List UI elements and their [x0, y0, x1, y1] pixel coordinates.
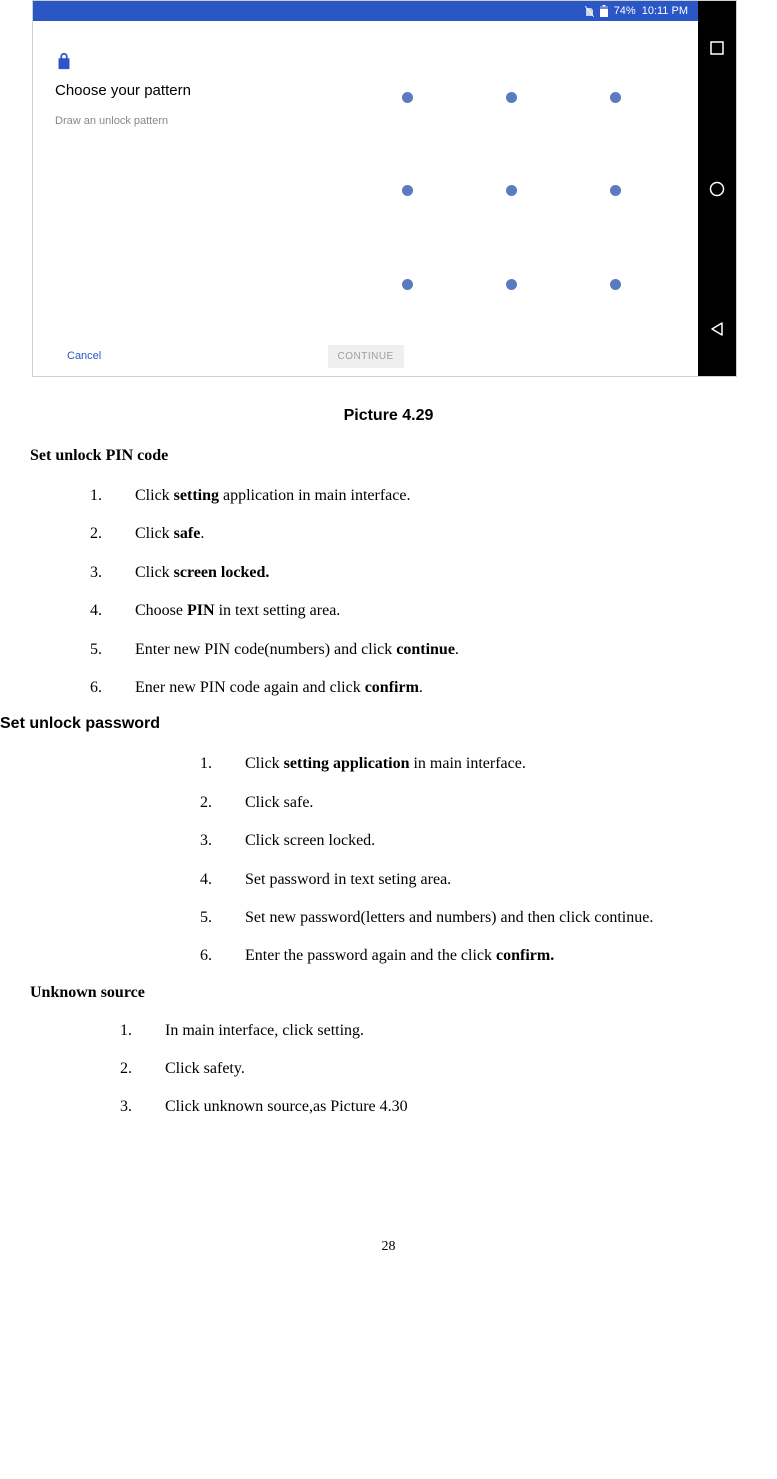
list-item: 5.Set new password(letters and numbers) …: [200, 907, 777, 929]
list-item: 1.In main interface, click setting.: [120, 1020, 777, 1042]
page-number: 28: [0, 1239, 777, 1271]
pattern-dot[interactable]: [610, 92, 621, 103]
list-item: 6.Enter the password again and the click…: [200, 945, 777, 967]
pattern-dot[interactable]: [610, 185, 621, 196]
list-item: 3.Click screen locked.: [200, 830, 777, 852]
section-title-unknown: Unknown source: [30, 984, 777, 1002]
battery-percent: 74%: [614, 5, 636, 17]
list-item: 3.Click unknown source,as Picture 4.30: [120, 1096, 777, 1118]
sim-icon: [585, 6, 594, 17]
back-icon[interactable]: [710, 322, 724, 336]
pattern-dot[interactable]: [402, 92, 413, 103]
list-item: 2.Click safe.: [90, 523, 777, 545]
list-item: 4.Set password in text seting area.: [200, 869, 777, 891]
pattern-grid[interactable]: [355, 51, 668, 331]
nav-bar: [698, 1, 736, 376]
figure-caption: Picture 4.29: [0, 407, 777, 425]
cancel-button[interactable]: Cancel: [65, 344, 103, 368]
recent-apps-icon[interactable]: [710, 41, 724, 55]
pattern-dot[interactable]: [402, 279, 413, 290]
list-item: 4.Choose PIN in text setting area.: [90, 600, 777, 622]
pattern-title: Choose your pattern: [55, 82, 285, 99]
list-item: 2.Click safe.: [200, 792, 777, 814]
password-steps-list: 1.Click setting application in main inte…: [200, 753, 777, 967]
battery-icon: [600, 5, 608, 17]
pattern-dot[interactable]: [506, 92, 517, 103]
home-icon[interactable]: [709, 181, 725, 197]
pin-steps-list: 1.Click setting application in main inte…: [90, 485, 777, 699]
pattern-dot[interactable]: [506, 185, 517, 196]
list-item: 1.Click setting application in main inte…: [90, 485, 777, 507]
pattern-subtitle: Draw an unlock pattern: [55, 115, 285, 127]
section-title-pin: Set unlock PIN code: [30, 447, 777, 465]
pattern-dot[interactable]: [610, 279, 621, 290]
list-item: 2.Click safety.: [120, 1058, 777, 1080]
list-item: 3.Click screen locked.: [90, 562, 777, 584]
pattern-dot[interactable]: [402, 185, 413, 196]
unknown-steps-list: 1.In main interface, click setting. 2.Cl…: [120, 1020, 777, 1119]
device-screenshot: 74% 10:11 PM Choose your pattern Draw an…: [32, 0, 737, 377]
list-item: 1.Click setting application in main inte…: [200, 753, 777, 775]
status-bar: 74% 10:11 PM: [33, 1, 698, 21]
list-item: 6.Ener new PIN code again and click conf…: [90, 677, 777, 699]
list-item: 5.Enter new PIN code(numbers) and click …: [90, 639, 777, 661]
section-title-password: Set unlock password: [0, 715, 777, 733]
clock-time: 10:11 PM: [642, 5, 688, 17]
pattern-dot[interactable]: [506, 279, 517, 290]
lock-icon: [55, 51, 73, 71]
continue-button[interactable]: CONTINUE: [328, 345, 404, 368]
